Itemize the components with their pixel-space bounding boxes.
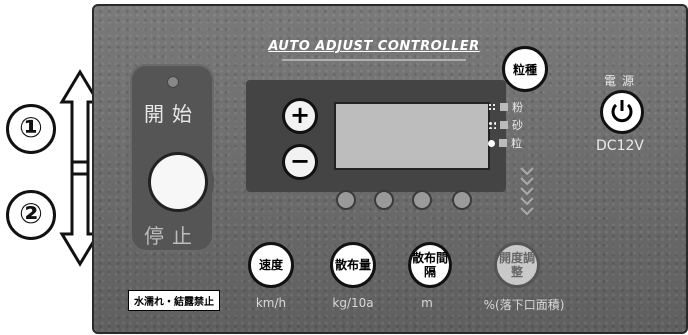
start-stop-button[interactable] [148, 152, 208, 212]
speed-unit: km/h [255, 296, 287, 310]
powder-led [500, 103, 508, 111]
sand-icon [488, 121, 496, 129]
seed-option-granule: 粒 [488, 136, 522, 150]
minus-button[interactable]: − [282, 144, 318, 180]
controller-panel: 開始 停止 水濡れ・結露禁止 AUTO ADJUST CONTROLLER + … [92, 4, 688, 334]
seed-type-button[interactable]: 粒種 [502, 46, 548, 92]
warning-label: 水濡れ・結露禁止 [128, 290, 220, 311]
start-stop-module: 開始 停止 [130, 64, 214, 252]
step-1-marker: ① [6, 104, 56, 154]
power-title: 電源 [603, 74, 640, 88]
interval-indicator-led [412, 190, 432, 210]
interval-unit: m [421, 296, 433, 310]
brand-title: AUTO ADJUST CONTROLLER [268, 39, 480, 54]
speed-button[interactable]: 速度 [248, 242, 294, 288]
opening-unit: %(落下口面積) [483, 298, 565, 312]
chevron-down-icon [520, 167, 534, 216]
plus-button[interactable]: + [282, 98, 318, 134]
brand-subtitle-decoration [262, 57, 486, 65]
stop-label: 停止 [144, 224, 200, 248]
speed-indicator-led [336, 190, 356, 210]
opening-adjust-button[interactable]: 開度調整 [494, 242, 540, 288]
rate-unit: kg/10a [332, 296, 374, 310]
granule-icon [488, 139, 495, 147]
powder-icon [488, 103, 496, 111]
subtitle-texture-icon [282, 59, 466, 61]
seed-option-powder: 粉 [488, 100, 523, 114]
start-indicator-led [167, 76, 179, 88]
interval-button[interactable]: 散布間隔 [408, 242, 452, 288]
lcd-display [334, 102, 490, 170]
sand-led [500, 121, 508, 129]
power-voltage-label: DC12V [596, 138, 644, 154]
sand-label: 砂 [512, 119, 523, 132]
power-icon [611, 100, 633, 123]
granule-led [499, 139, 507, 147]
opening-indicator-led [452, 190, 472, 210]
seed-option-sand: 砂 [488, 118, 523, 132]
granule-label: 粒 [511, 137, 522, 150]
display-frame [246, 80, 506, 192]
power-button[interactable] [600, 90, 644, 134]
powder-label: 粉 [512, 101, 523, 114]
rate-button[interactable]: 散布量 [330, 242, 376, 288]
step-2-marker: ② [6, 190, 56, 240]
rate-indicator-led [374, 190, 394, 210]
start-label: 開始 [144, 102, 200, 126]
